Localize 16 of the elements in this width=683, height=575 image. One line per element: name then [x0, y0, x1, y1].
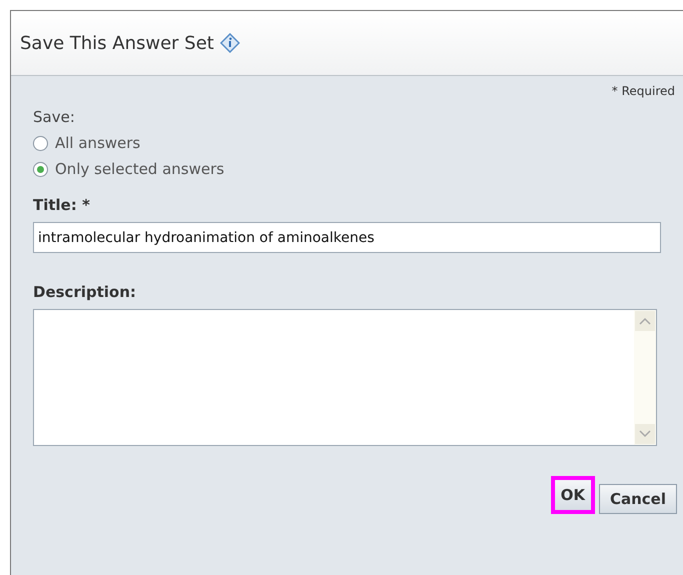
- option-label: Only selected answers: [55, 160, 224, 178]
- save-label: Save:: [33, 108, 76, 126]
- scroll-down-icon[interactable]: [634, 423, 656, 445]
- title-field[interactable]: intramolecular hydroanimation of aminoalkenes: [33, 222, 661, 253]
- ok-button[interactable]: OK: [550, 476, 595, 514]
- description-label: Description:: [33, 283, 138, 301]
- scroll-up-icon[interactable]: [634, 310, 656, 332]
- description-field[interactable]: [33, 309, 657, 446]
- info-icon[interactable]: [220, 33, 240, 53]
- cancel-button[interactable]: Cancel: [598, 484, 677, 514]
- radio-button[interactable]: [33, 162, 48, 176]
- dialog-title: Save This Answer Set: [20, 32, 214, 54]
- title-label: Title: *: [33, 196, 91, 214]
- radio-button[interactable]: [33, 136, 48, 150]
- required-note: * Required: [610, 84, 676, 98]
- option-label: All answers: [55, 134, 140, 152]
